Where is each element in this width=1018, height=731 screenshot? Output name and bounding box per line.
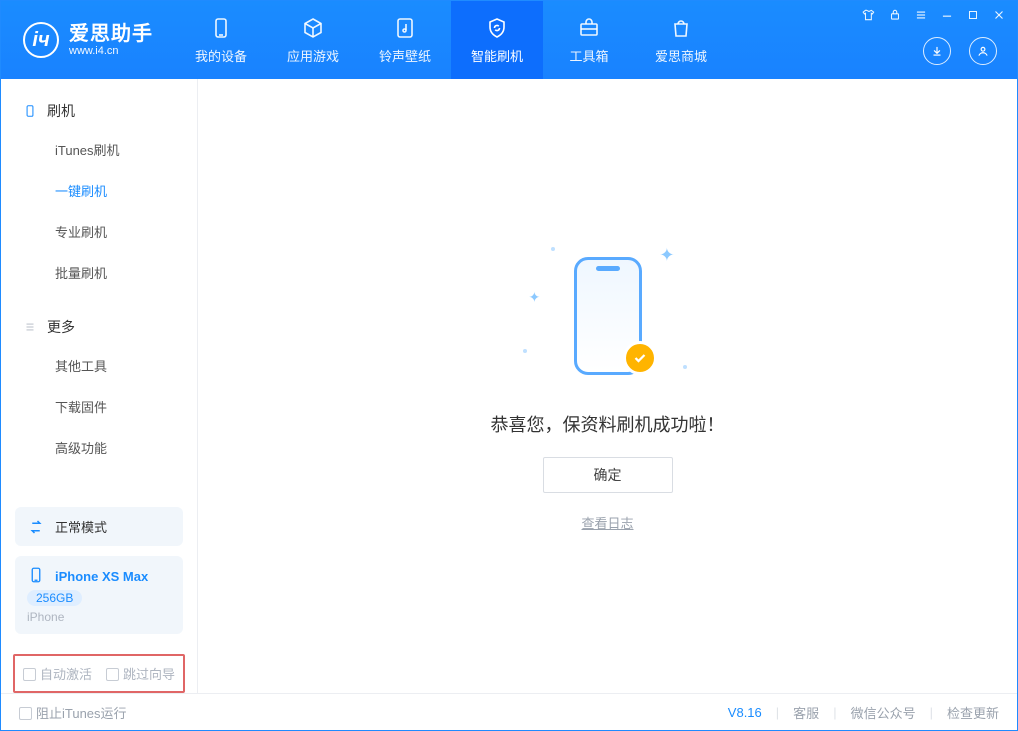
- check-update-link[interactable]: 检查更新: [947, 703, 999, 722]
- tab-label: 智能刷机: [471, 46, 523, 65]
- success-message: 恭喜您，保资料刷机成功啦！: [491, 411, 725, 437]
- section-title: 刷机: [47, 101, 75, 121]
- shield-refresh-icon: [485, 16, 509, 40]
- cube-icon: [301, 16, 325, 40]
- logo-icon: iч: [23, 22, 59, 58]
- list-icon: [23, 320, 37, 334]
- phone-icon: [209, 16, 233, 40]
- tab-smart-flash[interactable]: 智能刷机: [451, 1, 543, 79]
- tab-ringtones[interactable]: 铃声壁纸: [359, 1, 451, 79]
- toolbox-icon: [577, 16, 601, 40]
- sidebar-item-itunes-flash[interactable]: iTunes刷机: [1, 129, 197, 170]
- device-card[interactable]: iPhone XS Max 256GB iPhone: [15, 556, 183, 634]
- tab-label: 爱思商城: [655, 46, 707, 65]
- sidebar-section-flash: 刷机: [1, 93, 197, 129]
- window-controls: [861, 7, 1007, 23]
- sidebar-item-download-firmware[interactable]: 下载固件: [1, 386, 197, 427]
- header: iч 爱思助手 www.i4.cn 我的设备 应用游戏 铃声壁纸 智能刷机 工具…: [1, 1, 1017, 79]
- sidebar-section-more: 更多: [1, 309, 197, 345]
- tab-my-device[interactable]: 我的设备: [175, 1, 267, 79]
- music-file-icon: [393, 16, 417, 40]
- menu-icon[interactable]: [913, 7, 929, 23]
- block-itunes-checkbox[interactable]: 阻止iTunes运行: [19, 703, 127, 722]
- phone-outline-icon: [23, 104, 37, 118]
- mode-card[interactable]: 正常模式: [15, 507, 183, 546]
- shirt-icon[interactable]: [861, 7, 877, 23]
- skip-guide-label: 跳过向导: [123, 667, 175, 682]
- lock-icon[interactable]: [887, 7, 903, 23]
- tab-label: 工具箱: [569, 46, 608, 65]
- tab-apps-games[interactable]: 应用游戏: [267, 1, 359, 79]
- tab-label: 应用游戏: [287, 46, 339, 65]
- maximize-icon[interactable]: [965, 7, 981, 23]
- mode-label: 正常模式: [55, 517, 107, 536]
- section-title: 更多: [47, 317, 75, 337]
- check-badge-icon: [623, 341, 657, 375]
- version-label: V8.16: [728, 705, 762, 720]
- swap-icon: [27, 518, 45, 536]
- view-log-link[interactable]: 查看日志: [581, 513, 633, 532]
- storage-badge: 256GB: [27, 590, 82, 606]
- success-illustration: ✦ ✦: [523, 241, 693, 391]
- download-button[interactable]: [923, 37, 951, 65]
- auto-activate-label: 自动激活: [40, 667, 92, 682]
- footer: 阻止iTunes运行 V8.16 | 客服 | 微信公众号 | 检查更新: [1, 693, 1017, 731]
- device-type: iPhone: [27, 610, 171, 624]
- app-title: 爱思助手: [69, 23, 153, 45]
- options-row: 自动激活 跳过向导: [13, 654, 185, 693]
- main-tabs: 我的设备 应用游戏 铃声壁纸 智能刷机 工具箱 爱思商城: [175, 1, 727, 79]
- logo-area: iч 爱思助手 www.i4.cn: [1, 22, 175, 58]
- auto-activate-checkbox[interactable]: 自动激活: [23, 664, 92, 683]
- main-content: ✦ ✦ 恭喜您，保资料刷机成功啦！ 确定 查看日志: [198, 79, 1017, 693]
- sidebar: 刷机 iTunes刷机 一键刷机 专业刷机 批量刷机 更多 其他工具 下载固件 …: [1, 79, 198, 693]
- sidebar-item-onekey-flash[interactable]: 一键刷机: [1, 170, 197, 211]
- tab-label: 铃声壁纸: [379, 46, 431, 65]
- user-button[interactable]: [969, 37, 997, 65]
- device-name: iPhone XS Max: [55, 569, 148, 584]
- ok-button[interactable]: 确定: [543, 457, 673, 493]
- sidebar-item-other-tools[interactable]: 其他工具: [1, 345, 197, 386]
- support-link[interactable]: 客服: [793, 703, 819, 722]
- wechat-link[interactable]: 微信公众号: [851, 703, 916, 722]
- bag-icon: [669, 16, 693, 40]
- header-actions: [923, 37, 997, 65]
- sidebar-item-advanced[interactable]: 高级功能: [1, 427, 197, 468]
- minimize-icon[interactable]: [939, 7, 955, 23]
- block-itunes-label: 阻止iTunes运行: [36, 706, 127, 721]
- tab-store[interactable]: 爱思商城: [635, 1, 727, 79]
- skip-guide-checkbox[interactable]: 跳过向导: [106, 664, 175, 683]
- app-url: www.i4.cn: [69, 45, 153, 57]
- tab-toolbox[interactable]: 工具箱: [543, 1, 635, 79]
- tab-label: 我的设备: [195, 46, 247, 65]
- sidebar-item-pro-flash[interactable]: 专业刷机: [1, 211, 197, 252]
- close-icon[interactable]: [991, 7, 1007, 23]
- sidebar-item-batch-flash[interactable]: 批量刷机: [1, 252, 197, 293]
- device-icon: [27, 566, 45, 584]
